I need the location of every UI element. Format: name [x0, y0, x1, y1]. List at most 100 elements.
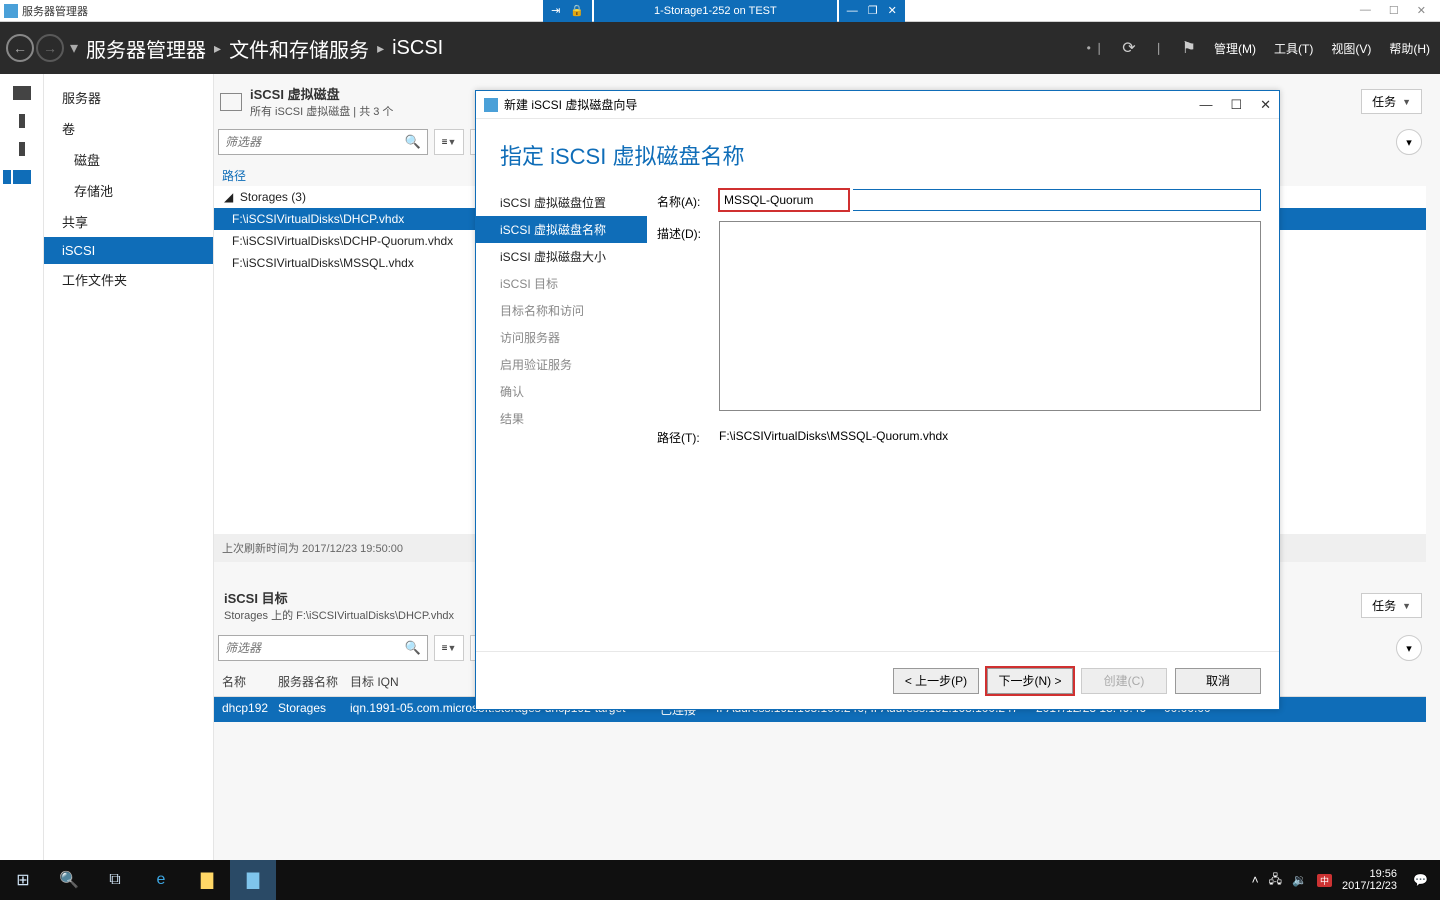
- strip-disks-icon[interactable]: [19, 142, 25, 156]
- refresh-icon[interactable]: ⟳: [1122, 38, 1135, 58]
- tray-date: 2017/12/23: [1342, 880, 1397, 892]
- next-button[interactable]: 下一步(N) >: [987, 668, 1073, 694]
- step-access: 访问服务器: [500, 324, 651, 351]
- nav-iscsi[interactable]: iSCSI: [44, 237, 213, 264]
- tray-network-icon[interactable]: 🖧: [1269, 870, 1282, 891]
- menu-manage[interactable]: 管理(M): [1214, 40, 1256, 57]
- side-nav: 服务器 卷 磁盘 存储池 共享 iSCSI 工作文件夹: [44, 74, 214, 860]
- expand-toggle[interactable]: ▾: [1396, 129, 1422, 155]
- step-location[interactable]: iSCSI 虚拟磁盘位置: [500, 189, 651, 216]
- create-button: 创建(C): [1081, 668, 1167, 694]
- col-name[interactable]: 名称: [222, 673, 278, 690]
- server-manager-icon: [4, 4, 18, 18]
- prev-button[interactable]: < 上一步(P): [893, 668, 979, 694]
- disks-filter-input[interactable]: [225, 135, 405, 149]
- panel-back-icon[interactable]: [220, 93, 242, 111]
- nav-pools[interactable]: 存储池: [44, 175, 213, 206]
- expand-toggle[interactable]: ▾: [1396, 635, 1422, 661]
- section-icon-strip: [0, 74, 44, 860]
- targets-panel-subtitle: Storages 上的 F:\iSCSIVirtualDisks\DHCP.vh…: [224, 607, 454, 623]
- taskbar-explorer-icon[interactable]: ▇: [184, 860, 230, 900]
- vm-title: 1-Storage1-252 on TEST: [594, 0, 837, 22]
- tray-time: 19:56: [1342, 868, 1397, 880]
- strip-servers-icon[interactable]: [13, 86, 31, 100]
- taskbar: ⊞ 🔍 ⧉ e ▇ ▇ ˄ 🖧 🔉 中 19:56 2017/12/23 💬: [0, 860, 1440, 900]
- menu-help[interactable]: 帮助(H): [1389, 40, 1430, 57]
- tray-volume-icon[interactable]: 🔉: [1292, 873, 1307, 887]
- breadcrumb-section[interactable]: 文件和存储服务: [229, 34, 369, 63]
- nav-servers[interactable]: 服务器: [44, 82, 213, 113]
- nav-volumes[interactable]: 卷: [44, 113, 213, 144]
- wizard-titlebar[interactable]: 新建 iSCSI 虚拟磁盘向导 — ☐ ✕: [476, 91, 1279, 119]
- disks-filter-input-wrap[interactable]: 🔍: [218, 129, 428, 155]
- tray-ime-badge[interactable]: 中: [1317, 874, 1332, 887]
- vm-window-controls[interactable]: — ❐ ✕: [839, 0, 905, 22]
- cancel-button[interactable]: 取消: [1175, 668, 1261, 694]
- start-button[interactable]: ⊞: [0, 860, 46, 900]
- breadcrumb-page[interactable]: iSCSI: [392, 37, 443, 60]
- step-confirm: 确认: [500, 378, 651, 405]
- disks-panel-subtitle: 所有 iSCSI 虚拟磁盘 | 共 3 个: [250, 103, 393, 119]
- server-manager-header: ← → ▾ 服务器管理器 ▸ 文件和存储服务 ▸ iSCSI • ❘ ⟳ ❘ ⚑…: [0, 22, 1440, 74]
- step-size[interactable]: iSCSI 虚拟磁盘大小: [500, 243, 651, 270]
- tray-clock[interactable]: 19:56 2017/12/23: [1342, 868, 1403, 892]
- lock-icon[interactable]: 🔒: [570, 4, 584, 17]
- desc-textarea[interactable]: [719, 221, 1261, 411]
- nav-forward-button[interactable]: →: [36, 34, 64, 62]
- name-input[interactable]: [719, 189, 849, 211]
- nav-workfolders[interactable]: 工作文件夹: [44, 264, 213, 295]
- targets-filter-input[interactable]: [225, 641, 405, 655]
- name-label: 名称(A):: [657, 189, 711, 210]
- strip-storage-icon[interactable]: [13, 170, 31, 184]
- taskbar-servermanager-icon[interactable]: ▇: [230, 860, 276, 900]
- wizard-window-title: 新建 iSCSI 虚拟磁盘向导: [504, 96, 637, 113]
- nav-back-button[interactable]: ←: [6, 34, 34, 62]
- flag-icon[interactable]: ⚑: [1182, 38, 1196, 58]
- tray-notifications-icon[interactable]: 💬: [1413, 873, 1428, 887]
- strip-volumes-icon[interactable]: [19, 114, 25, 128]
- disks-panel-title: iSCSI 虚拟磁盘: [250, 84, 393, 103]
- host-maximize-icon[interactable]: ☐: [1389, 4, 1399, 17]
- search-button[interactable]: 🔍: [46, 860, 92, 900]
- wizard-minimize-icon[interactable]: —: [1199, 97, 1212, 113]
- tray-up-icon[interactable]: ˄: [1252, 873, 1259, 887]
- path-label: 路径(T):: [657, 425, 711, 446]
- col-server[interactable]: 服务器名称: [278, 673, 350, 690]
- search-icon[interactable]: 🔍: [405, 640, 421, 656]
- breadcrumb-root[interactable]: 服务器管理器: [86, 34, 206, 63]
- pin-icon[interactable]: ⇥: [551, 4, 560, 17]
- targets-panel-title: iSCSI 目标: [224, 588, 454, 607]
- nav-history-dropdown[interactable]: ▾: [70, 38, 78, 58]
- host-close-icon[interactable]: ✕: [1417, 4, 1426, 17]
- targets-tasks-dropdown[interactable]: 任务 ▼: [1361, 593, 1422, 618]
- breadcrumb: 服务器管理器 ▸ 文件和存储服务 ▸ iSCSI: [86, 34, 443, 63]
- wizard-maximize-icon[interactable]: ☐: [1230, 97, 1242, 113]
- targets-filter-input-wrap[interactable]: 🔍: [218, 635, 428, 661]
- taskbar-ie-icon[interactable]: e: [138, 860, 184, 900]
- iscsi-wizard-dialog: 新建 iSCSI 虚拟磁盘向导 — ☐ ✕ 指定 iSCSI 虚拟磁盘名称 iS…: [475, 90, 1280, 710]
- vm-toolbar-icons[interactable]: ⇥ 🔒: [543, 0, 592, 22]
- search-icon[interactable]: 🔍: [405, 134, 421, 150]
- tasks-label: 任务: [1372, 597, 1396, 614]
- filter-options-1[interactable]: ≡ ▼: [434, 129, 464, 155]
- step-name[interactable]: iSCSI 虚拟磁盘名称: [476, 216, 647, 243]
- nav-disks[interactable]: 磁盘: [44, 144, 213, 175]
- vm-minimize-icon[interactable]: —: [847, 5, 858, 17]
- host-minimize-icon[interactable]: —: [1360, 4, 1371, 17]
- menu-view[interactable]: 视图(V): [1331, 40, 1371, 57]
- vm-restore-icon[interactable]: ❐: [868, 4, 878, 17]
- path-value: F:\iSCSIVirtualDisks\MSSQL-Quorum.vhdx: [719, 425, 948, 443]
- tasks-label: 任务: [1372, 93, 1396, 110]
- step-auth: 启用验证服务: [500, 351, 651, 378]
- vm-close-icon[interactable]: ✕: [888, 4, 897, 17]
- refresh-dropdown[interactable]: • ❘: [1087, 41, 1105, 55]
- wizard-heading: 指定 iSCSI 虚拟磁盘名称: [476, 119, 1279, 189]
- wizard-step-list: iSCSI 虚拟磁盘位置 iSCSI 虚拟磁盘名称 iSCSI 虚拟磁盘大小 i…: [476, 189, 651, 651]
- nav-shares[interactable]: 共享: [44, 206, 213, 237]
- menu-tools[interactable]: 工具(T): [1274, 40, 1313, 57]
- wizard-close-icon[interactable]: ✕: [1260, 97, 1271, 113]
- filter-options-1[interactable]: ≡ ▼: [434, 635, 464, 661]
- taskview-button[interactable]: ⧉: [92, 860, 138, 900]
- disks-tasks-dropdown[interactable]: 任务 ▼: [1361, 89, 1422, 114]
- step-targetname: 目标名称和访问: [500, 297, 651, 324]
